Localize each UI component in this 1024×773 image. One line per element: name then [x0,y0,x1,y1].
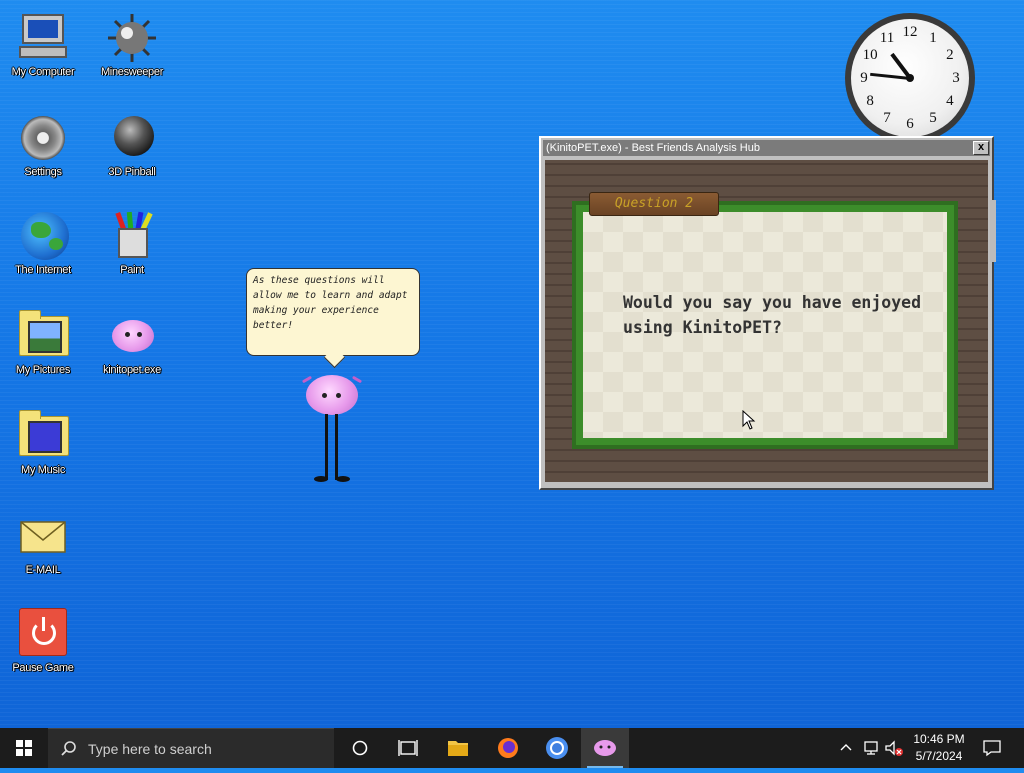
mouse-cursor-icon [742,410,756,430]
chevron-up-icon[interactable] [838,740,854,756]
close-button[interactable]: x [973,141,989,155]
chrome-button[interactable] [533,728,581,768]
desktop-icon-label: Minesweeper [100,66,164,78]
task-view-icon [398,740,418,756]
axolotl-icon [106,310,158,362]
window-title: (KinitoPET.exe) - Best Friends Analysis … [546,142,760,154]
pinball-icon [106,112,158,164]
notifications-icon[interactable] [982,739,1002,757]
clock-number: 10 [862,47,878,63]
system-clock[interactable]: 10:46 PM 5/7/2024 [902,731,976,765]
desktop-icon-the-internet[interactable]: The Internet [1,204,85,290]
kinitopet-window[interactable]: (KinitoPET.exe) - Best Friends Analysis … [539,136,996,490]
paint-icon [106,210,158,262]
clock-center [906,74,914,82]
volume-muted-icon[interactable] [884,739,904,757]
envelope-icon [17,510,69,562]
clock-number: 4 [946,93,954,109]
clock-number: 2 [946,47,954,63]
question-sign: Question 2 [589,192,719,216]
desktop-icon-label: Paint [120,264,144,276]
power-icon [17,608,69,660]
clock-number: 1 [929,30,937,47]
desktop-icon-pause-game[interactable]: Pause Game [1,602,85,688]
desktop-icon-e-mail[interactable]: E-MAIL [1,504,85,590]
scrollbar[interactable] [990,200,996,262]
mine-icon [106,12,158,64]
tray-time: 10:46 PM [913,732,965,746]
cortana-button[interactable] [336,728,384,768]
desktop-icon-kinitopet[interactable]: kinitopet.exe [90,304,174,390]
analog-clock: 12 1 2 3 4 5 6 7 8 9 10 11 [845,13,975,143]
clock-number: 7 [883,109,891,126]
speech-bubble: As these questions will allow me to lear… [246,268,420,356]
desktop-icon-label: The Internet [15,264,71,276]
desktop-icon-label: E-MAIL [25,564,61,576]
search-box[interactable]: Type here to search [48,728,334,768]
clock-number: 8 [866,93,874,109]
clock-number: 5 [929,109,937,126]
globe-icon [17,210,69,262]
gear-icon [17,112,69,164]
clock-number: 9 [860,70,868,86]
folder-icon [448,741,468,756]
desktop-icon-minesweeper[interactable]: Minesweeper [90,6,174,92]
clock-number: 11 [879,30,895,47]
clock-number: 6 [906,116,914,132]
desktop-icon-paint[interactable]: Paint [90,204,174,290]
start-button[interactable] [0,728,48,768]
taskbar: Type here to search 10:46 PM 5/7/2024 [0,728,1024,768]
desktop-icon-3d-pinball[interactable]: 3D Pinball [90,106,174,192]
firefox-icon [498,738,518,758]
chrome-icon [546,737,568,759]
desktop-icon-label: 3D Pinball [108,166,156,178]
desktop-icon-label: My Computer [11,66,75,78]
desktop-icon-label: My Music [20,464,66,476]
desktop-icon-label: Settings [24,166,62,178]
firefox-button[interactable] [484,728,532,768]
computer-icon [17,12,69,64]
cortana-circle-icon [352,740,368,756]
kinitopet-taskbar-button[interactable] [581,728,629,768]
clock-face: 12 1 2 3 4 5 6 7 8 9 10 11 [851,19,969,137]
task-view-button[interactable] [384,728,432,768]
axolotl-icon [594,740,616,756]
tray-date: 5/7/2024 [915,749,963,763]
search-placeholder: Type here to search [88,741,212,757]
desktop-icon-my-computer[interactable]: My Computer [1,6,85,92]
desktop-icon-settings[interactable]: Settings [1,106,85,192]
speech-bubble-text: As these questions will allow me to lear… [253,275,408,331]
pictures-folder-icon [17,310,69,362]
clock-number: 3 [952,70,960,86]
kinito-pet-character[interactable] [300,370,364,490]
clock-number: 12 [902,24,918,40]
window-title-bar[interactable]: (KinitoPET.exe) - Best Friends Analysis … [543,140,990,156]
search-icon [61,741,76,756]
desktop-icon-label: Pause Game [12,662,74,674]
desktop-icon-my-pictures[interactable]: My Pictures [1,304,85,390]
question-text: Would you say you have enjoyed using Kin… [623,293,922,337]
desktop-icon-label: kinitopet.exe [103,364,161,376]
desktop: My Computer Settings The Internet My Pic… [0,0,1024,728]
music-folder-icon [17,410,69,462]
file-explorer-button[interactable] [434,728,482,768]
network-icon[interactable] [862,739,880,757]
window-content: Would you say you have enjoyed using Kin… [545,160,996,482]
windows-logo-icon [16,740,32,756]
desktop-icon-my-music[interactable]: My Music [1,404,85,490]
question-board: Would you say you have enjoyed using Kin… [583,212,947,438]
desktop-icon-label: My Pictures [15,364,71,376]
question-number: Question 2 [614,196,694,211]
